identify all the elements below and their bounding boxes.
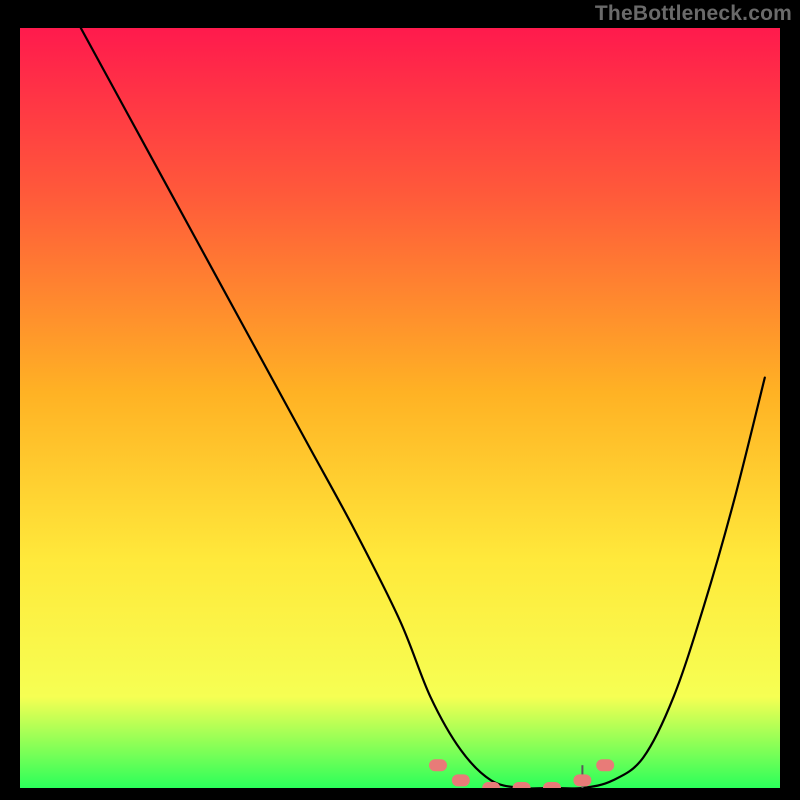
marker-dot [573, 774, 591, 786]
marker-dot [596, 759, 614, 771]
plot-area [20, 28, 780, 788]
marker-dot [429, 759, 447, 771]
gradient-bg [20, 28, 780, 788]
marker-dot [452, 774, 470, 786]
bottleneck-chart [20, 28, 780, 788]
chart-frame: TheBottleneck.com [0, 0, 800, 800]
watermark-text: TheBottleneck.com [595, 2, 792, 26]
